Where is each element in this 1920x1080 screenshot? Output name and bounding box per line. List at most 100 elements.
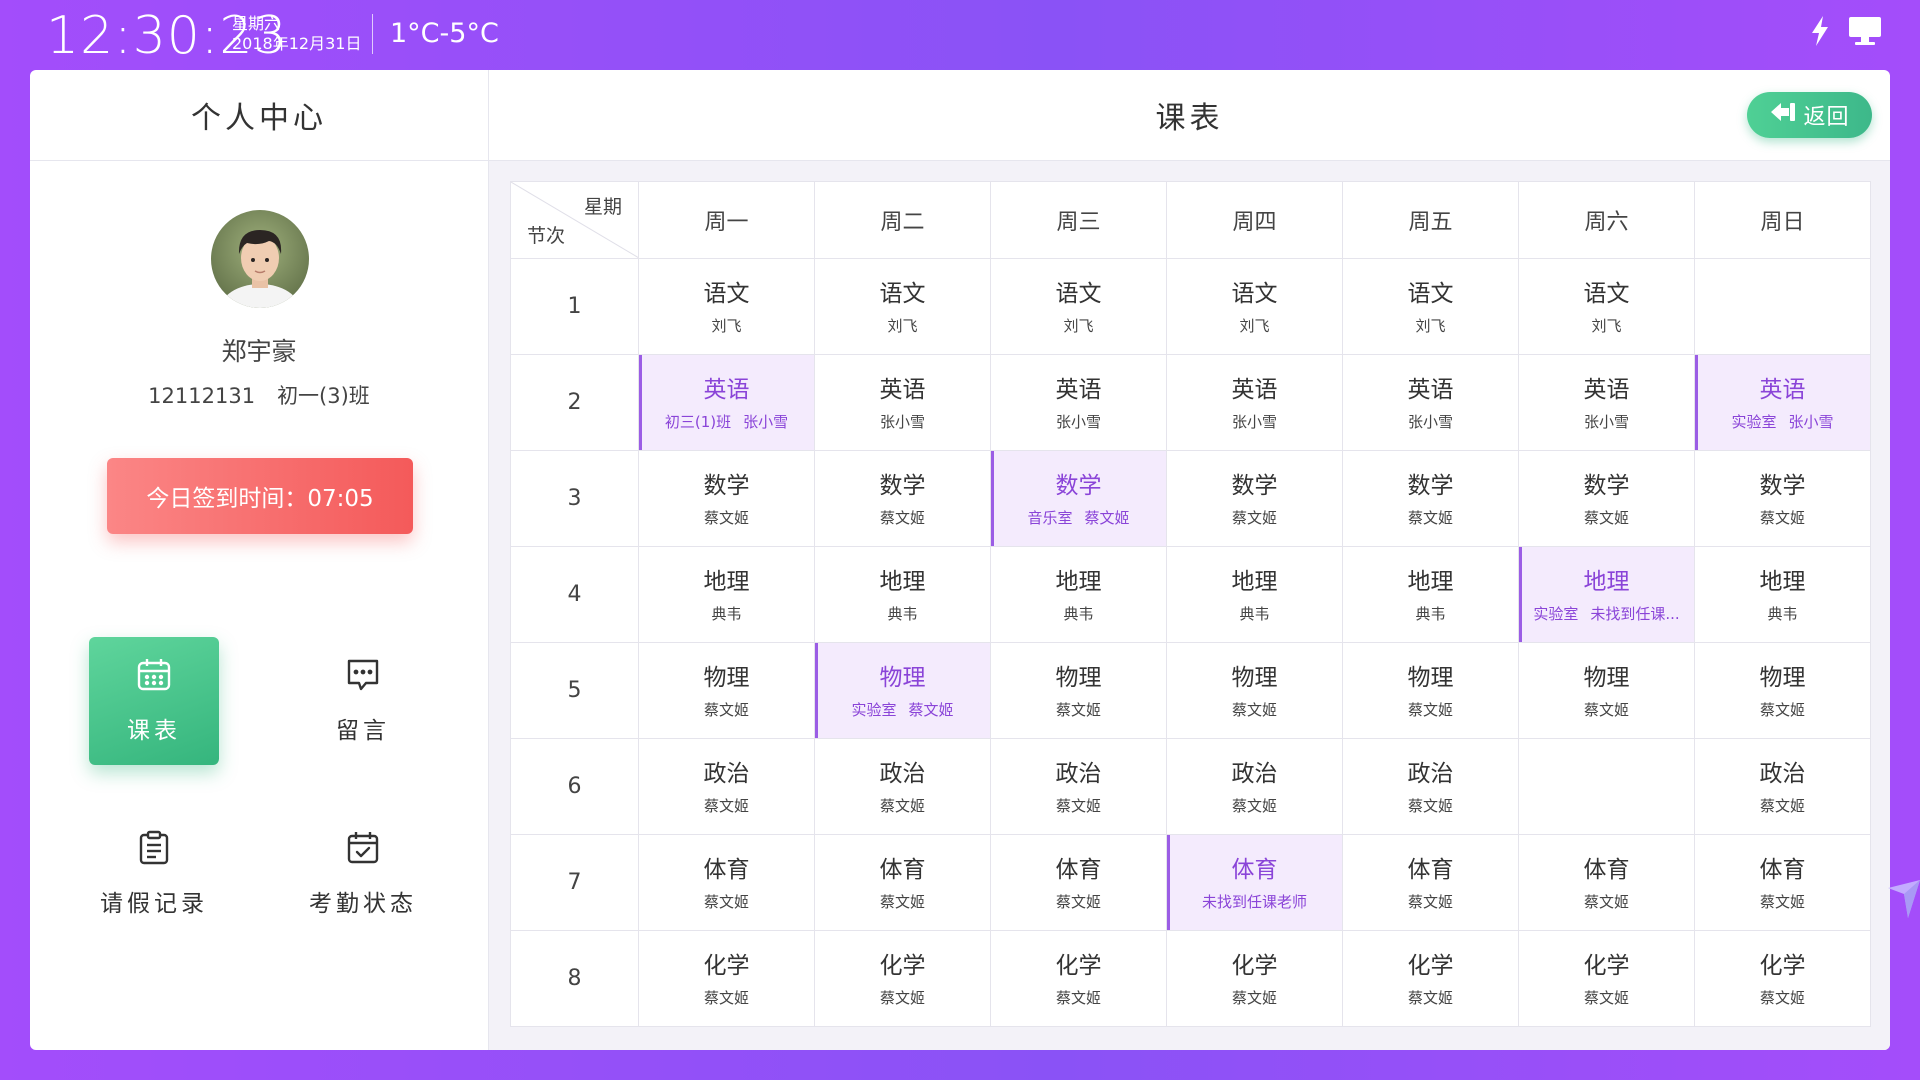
timetable-cell[interactable]: 语文 刘飞 [814,258,991,355]
cell-details: 音乐室 蔡文姬 [991,509,1166,527]
cell-details: 刘飞 [1519,317,1694,335]
cell-details: 刘飞 [639,317,814,335]
cell-details: 蔡文姬 [1695,509,1870,527]
temperature: 1°C-5°C [390,18,499,49]
timetable-cell[interactable]: 物理 蔡文姬 [1342,642,1519,739]
cell-details: 典韦 [1167,605,1342,623]
timetable-cell[interactable]: 数学 蔡文姬 [814,450,991,547]
timetable-cell[interactable]: 政治 蔡文姬 [1694,738,1871,835]
timetable-cell[interactable]: 英语 张小雪 [1342,354,1519,451]
timetable-cell[interactable]: 语文 刘飞 [1518,258,1695,355]
timetable-cell[interactable]: 化学 蔡文姬 [814,930,991,1027]
timetable-cell[interactable]: 物理 实验室 蔡文姬 [814,642,991,739]
timetable-cell[interactable]: 物理 蔡文姬 [1518,642,1695,739]
timetable-cell[interactable]: 地理 典韦 [990,546,1167,643]
timetable-cell[interactable]: 体育 蔡文姬 [1342,834,1519,931]
timetable-cell[interactable]: 数学 音乐室 蔡文姬 [990,450,1167,547]
cell-details: 蔡文姬 [1695,797,1870,815]
period-row: 2 英语 初三(1)班 张小雪 英语 张小雪 英语 张小雪 英语 张小雪 英语 张小雪 英语 张小雪 英语实… [510,354,1871,451]
period-row: 5 物理 蔡文姬 物理 实验室 蔡文姬 物理 蔡文姬 物理 蔡文姬 物理 蔡文姬 物理 蔡文姬 物理 蔡文姬 [510,642,1871,739]
timetable-cell[interactable]: 化学 蔡文姬 [1694,930,1871,1027]
avatar [211,210,309,308]
timetable-cell[interactable]: 政治 蔡文姬 [1166,738,1343,835]
timetable-cell[interactable]: 数学 蔡文姬 [1694,450,1871,547]
cell-teacher: 张小雪 [743,412,789,431]
timetable-cell[interactable]: 体育 蔡文姬 [1518,834,1695,931]
menu-leave-records[interactable]: 请假记录 [89,810,219,938]
timetable-cell [1694,258,1871,355]
timetable-cell[interactable]: 物理 蔡文姬 [638,642,815,739]
timetable-cell[interactable]: 地理 典韦 [1166,546,1343,643]
timetable-cell[interactable]: 数学 蔡文姬 [1518,450,1695,547]
menu-messages[interactable]: 留言 [298,637,428,765]
timetable-cell[interactable]: 语文 刘飞 [1342,258,1519,355]
timetable-cell[interactable]: 化学 蔡文姬 [1518,930,1695,1027]
cell-teacher: 蔡文姬 [1583,700,1629,719]
back-button[interactable]: 返回 [1747,92,1872,138]
timetable-cell[interactable]: 数学 蔡文姬 [638,450,815,547]
menu-label: 考勤状态 [309,891,417,917]
timetable-cell[interactable]: 化学 蔡文姬 [1342,930,1519,1027]
timetable-cell[interactable]: 体育 蔡文姬 [814,834,991,931]
cell-teacher: 张小雪 [1407,412,1453,431]
cell-details: 典韦 [1695,605,1870,623]
timetable-cell[interactable]: 体育 蔡文姬 [990,834,1167,931]
signin-time-badge: 今日签到时间：07:05 [107,458,413,534]
timetable-cell[interactable]: 语文 刘飞 [638,258,815,355]
timetable-cell[interactable]: 英语 实验室 张小雪 [1694,354,1871,451]
timetable-cell[interactable]: 化学 蔡文姬 [638,930,815,1027]
cell-teacher: 蔡文姬 [1583,988,1629,1007]
timetable-cell[interactable]: 化学 蔡文姬 [1166,930,1343,1027]
timetable-cell[interactable]: 数学 蔡文姬 [1166,450,1343,547]
weekday: 星期六 [232,14,281,33]
timetable-cell[interactable]: 地理 典韦 [814,546,991,643]
timetable-cell[interactable]: 化学 蔡文姬 [990,930,1167,1027]
timetable-cell[interactable]: 地理 典韦 [1342,546,1519,643]
cell-details: 初三(1)班 张小雪 [639,413,814,431]
period-row: 1 语文 刘飞 语文 刘飞 语文 刘飞 语文 刘飞 语文 刘飞 语文 刘飞 [510,258,1871,355]
back-arrow-icon [1769,100,1797,130]
timetable-cell[interactable]: 地理 典韦 [638,546,815,643]
timetable-cell[interactable]: 地理 实验室 未找到任课... [1518,546,1695,643]
timetable-cell[interactable]: 体育 蔡文姬 [638,834,815,931]
cell-details: 蔡文姬 [1343,989,1518,1007]
cell-teacher: 蔡文姬 [703,892,749,911]
cell-details: 蔡文姬 [639,701,814,719]
cell-subject: 英语 [703,376,750,403]
cell-teacher: 蔡文姬 [1055,796,1101,815]
timetable-cell[interactable]: 英语初三(1)班 张小雪 [638,354,815,451]
timetable-cell[interactable]: 语文 刘飞 [1166,258,1343,355]
paper-plane-icon[interactable] [1886,878,1920,926]
timetable-cell[interactable]: 政治 蔡文姬 [1342,738,1519,835]
timetable-cell[interactable]: 体育 未找到任课老师 [1166,834,1343,931]
cell-teacher: 蔡文姬 [1407,796,1453,815]
cell-teacher: 未找到任课... [1590,604,1680,623]
menu-label: 留言 [336,718,390,744]
cell-subject: 体育 [879,856,926,883]
monitor-icon[interactable] [1848,16,1882,50]
day-header: 周三 [990,181,1167,259]
timetable-cell[interactable]: 英语 张小雪 [990,354,1167,451]
menu-timetable[interactable]: 课表 [89,637,219,765]
cell-room: 实验室 [851,700,897,719]
timetable-cell[interactable]: 数学 蔡文姬 [1342,450,1519,547]
timetable-cell[interactable]: 体育 蔡文姬 [1694,834,1871,931]
cell-details: 蔡文姬 [815,893,990,911]
cell-subject: 政治 [879,760,926,787]
cell-subject: 体育 [1055,856,1102,883]
timetable-cell[interactable]: 英语 张小雪 [814,354,991,451]
timetable-cell[interactable]: 语文 刘飞 [990,258,1167,355]
timetable-cell[interactable]: 物理 蔡文姬 [1694,642,1871,739]
timetable-cell[interactable]: 英语 张小雪 [1166,354,1343,451]
cell-teacher: 蔡文姬 [1055,988,1101,1007]
timetable-cell[interactable]: 政治 蔡文姬 [638,738,815,835]
timetable-cell[interactable]: 物理 蔡文姬 [1166,642,1343,739]
timetable-cell[interactable]: 政治 蔡文姬 [990,738,1167,835]
cell-teacher: 蔡文姬 [879,508,925,527]
timetable-cell[interactable]: 地理 典韦 [1694,546,1871,643]
menu-attendance[interactable]: 考勤状态 [298,810,428,938]
timetable-cell[interactable]: 英语 张小雪 [1518,354,1695,451]
cell-subject: 语文 [1407,280,1454,307]
timetable-cell[interactable]: 政治 蔡文姬 [814,738,991,835]
timetable-cell[interactable]: 物理 蔡文姬 [990,642,1167,739]
